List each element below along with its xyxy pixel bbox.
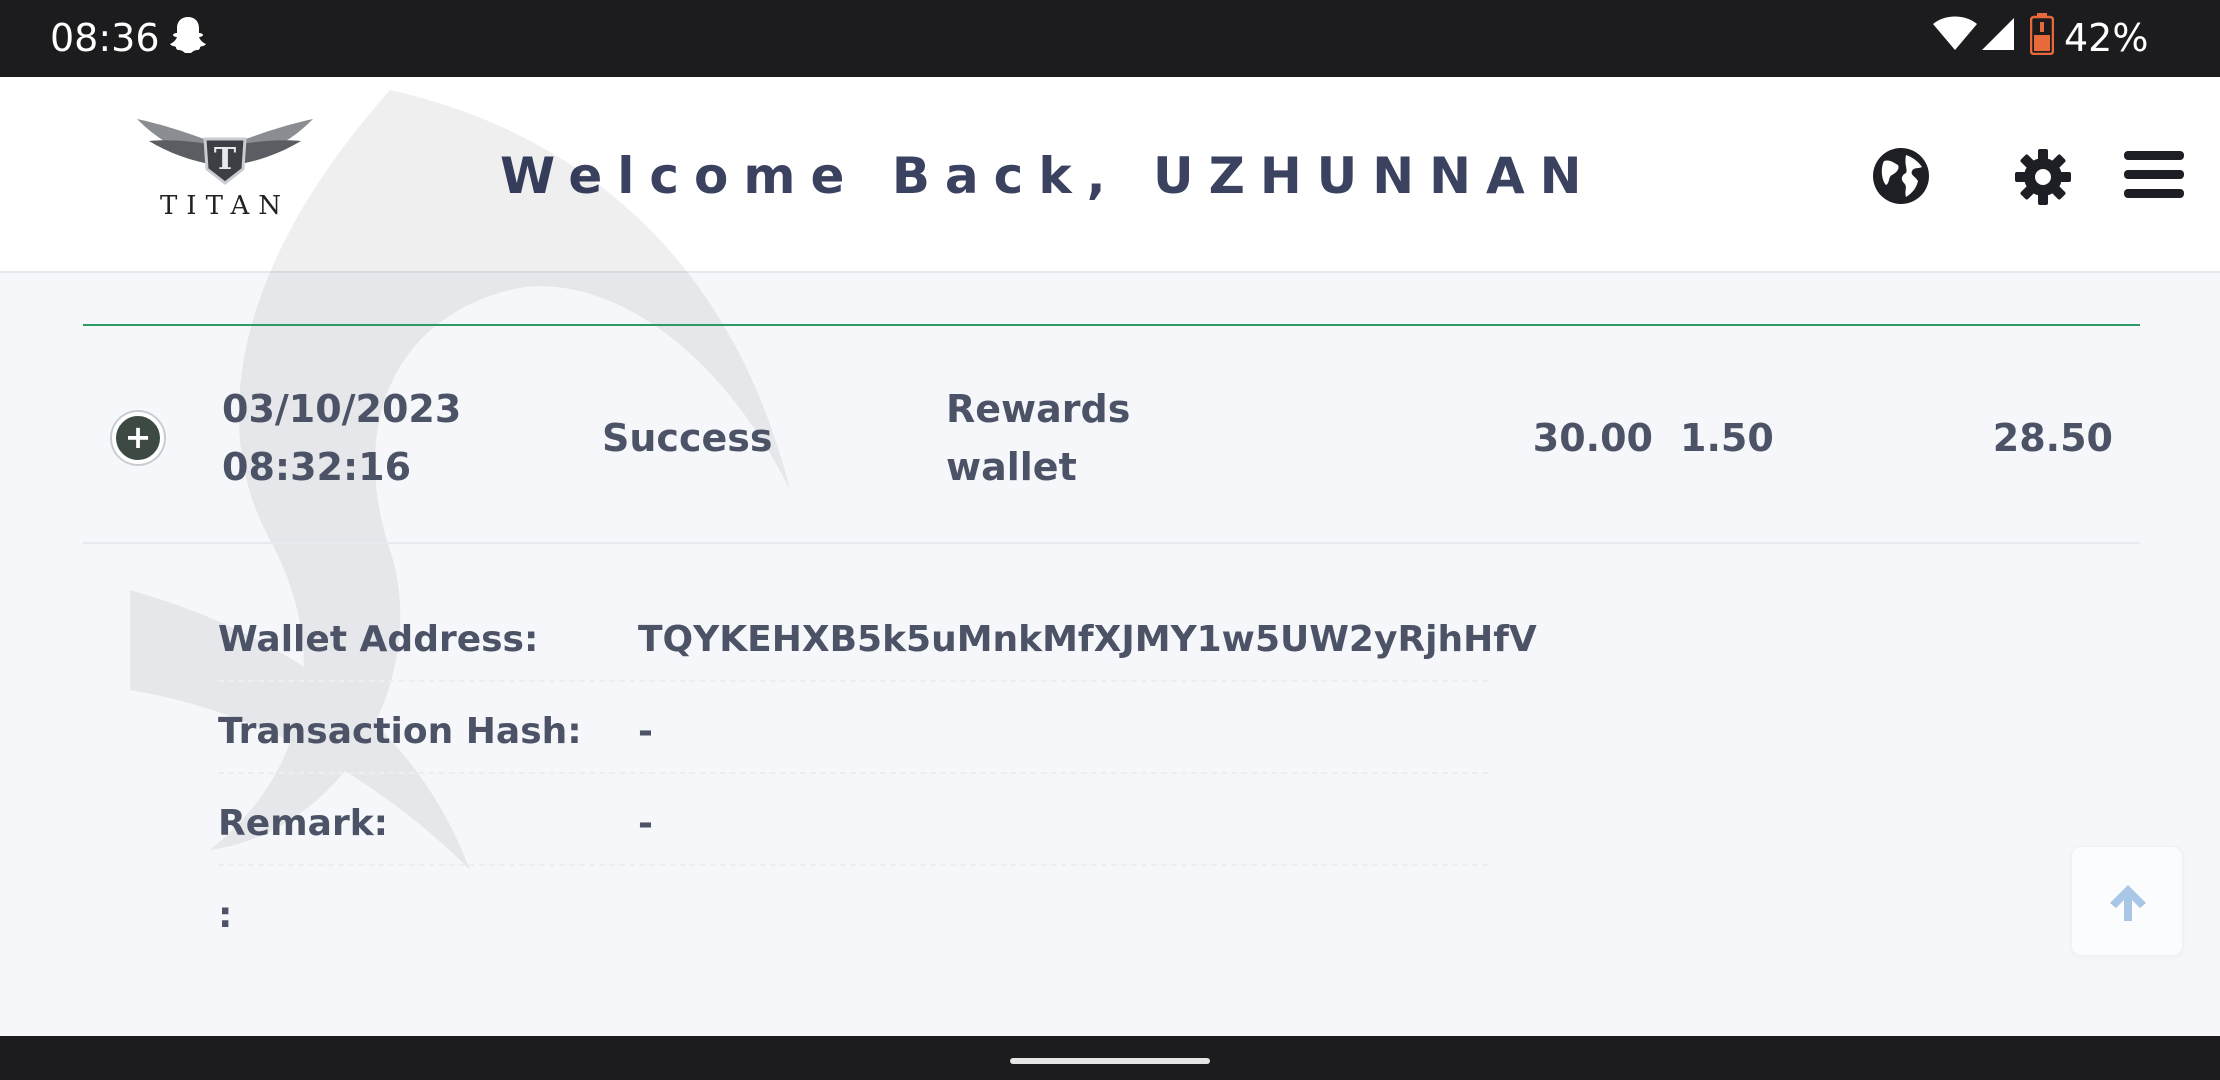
home-gesture-handle[interactable] xyxy=(1010,1058,1210,1064)
detail-label: Transaction Hash: xyxy=(218,711,582,752)
detail-row-empty: : xyxy=(218,866,1488,958)
status-time: 08:36 xyxy=(50,16,160,60)
transaction-table: + 03/10/2023 08:32:16 Success Rewards wa… xyxy=(83,324,2140,544)
ghost-icon xyxy=(170,17,206,53)
wallet-line-1: Rewards xyxy=(946,387,1131,431)
wallet-address-value: TQYKEHXB5k5uMnkMfXJMY1w5UW2yRjhHfV xyxy=(638,619,1537,660)
arrow-up-icon xyxy=(2110,885,2146,921)
remark-value: - xyxy=(638,803,653,844)
transaction-details: Wallet Address: TQYKEHXB5k5uMnkMfXJMY1w5… xyxy=(218,590,1537,958)
detail-row-remark: Remark: - xyxy=(218,774,1488,866)
transaction-net-amount: 28.50 xyxy=(1992,416,2113,460)
status-bar: 08:36 42% xyxy=(0,0,2220,77)
detail-row-wallet-address: Wallet Address: TQYKEHXB5k5uMnkMfXJMY1w5… xyxy=(218,590,1537,682)
transaction-hash-value: - xyxy=(638,711,653,752)
globe-icon[interactable] xyxy=(1872,147,1930,205)
transaction-status: Success xyxy=(602,416,773,460)
table-row[interactable]: + 03/10/2023 08:32:16 Success Rewards wa… xyxy=(83,326,2140,544)
transaction-amount: 30.00 xyxy=(1532,416,1653,460)
transaction-datetime: 03/10/2023 08:32:16 xyxy=(222,380,461,496)
wallet-line-2: wallet xyxy=(946,445,1077,489)
signal-icon xyxy=(1982,18,2014,50)
detail-row-transaction-hash: Transaction Hash: - xyxy=(218,682,1488,774)
transaction-date: 03/10/2023 xyxy=(222,387,462,431)
transaction-time: 08:32:16 xyxy=(222,445,412,489)
transaction-fee: 1.50 xyxy=(1680,416,1774,460)
gear-icon[interactable] xyxy=(2013,147,2073,207)
wifi-icon xyxy=(1933,16,1977,50)
battery-icon xyxy=(2030,13,2054,55)
battery-percentage: 42% xyxy=(2064,16,2149,60)
scroll-to-top-button[interactable] xyxy=(2071,846,2183,956)
detail-label: Wallet Address: xyxy=(218,619,539,660)
collapse-row-button[interactable]: + xyxy=(112,412,164,464)
menu-icon[interactable] xyxy=(2124,149,2184,201)
detail-label: Remark: xyxy=(218,803,389,844)
transaction-wallet: Rewards wallet xyxy=(946,380,1130,496)
detail-label: : xyxy=(218,895,233,936)
system-nav-bar xyxy=(0,1036,2220,1080)
